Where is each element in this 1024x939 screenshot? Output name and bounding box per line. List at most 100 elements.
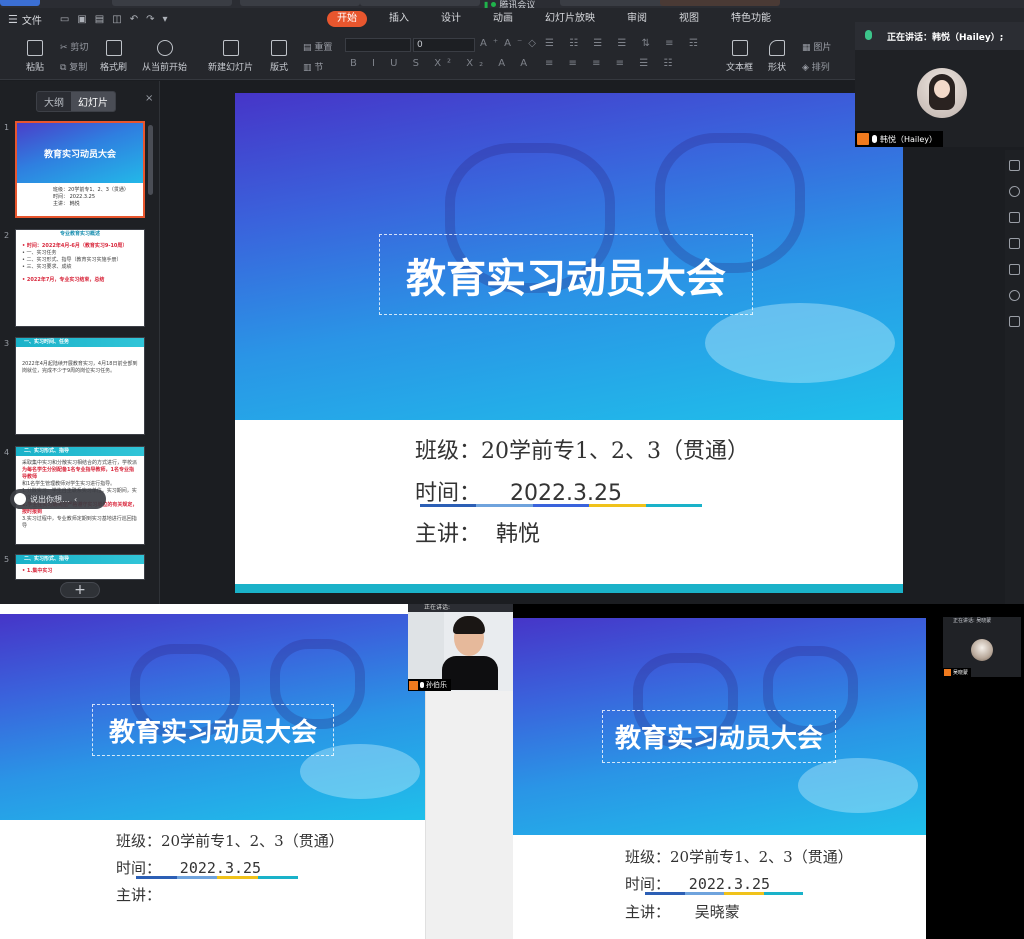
participant-name-tag: 孙伯乐 [408, 679, 451, 691]
font-size-field[interactable]: 0 [413, 38, 475, 52]
slide-thumbnail-1[interactable]: 教育实习动员大会 班级：20学前专1、2、3（贯通） 时间： 2022.3.25… [15, 121, 145, 218]
close-icon[interactable]: × [145, 93, 153, 104]
tab-special[interactable]: 特色功能 [721, 11, 781, 27]
tab-view[interactable]: 视图 [669, 11, 709, 27]
open-icon[interactable]: ▭ [60, 14, 69, 25]
thumbnail-scrollbar[interactable] [148, 125, 153, 195]
text-format-buttons[interactable]: B I U S X² X₂ A A [350, 58, 533, 69]
textbox-button[interactable]: 文本框 [726, 40, 753, 73]
window-tab[interactable] [112, 0, 232, 6]
speaker-line: 主讲： 韩悦 [415, 522, 541, 547]
file-menu[interactable]: 文件 [22, 12, 42, 27]
shared-slide-right: 教育实习动员大会 班级：20学前专1、2、3（贯通） 时间： 2022.3.25… [513, 618, 926, 939]
play-icon [156, 40, 173, 56]
animation-icon[interactable] [1009, 186, 1020, 197]
participant-video-tile[interactable]: 正在讲话: 孙伯乐 [408, 604, 513, 691]
shared-slide-left: 教育实习动员大会 班级：20学前专1、2、3（贯通） 时间： 2022.3.25… [0, 614, 425, 939]
slide-thumbnail-5[interactable]: 二、实习形式、指导 • 1.集中实习 [15, 554, 145, 580]
mouse-shape [798, 758, 918, 813]
add-slide-button[interactable]: + [60, 582, 100, 598]
participant-person [442, 614, 498, 690]
chevron-left-icon: ‹ [74, 494, 78, 504]
time-line: 时间： 2022.3.25 [116, 859, 262, 877]
save-icon[interactable]: ▣ [77, 14, 86, 25]
copy-icon[interactable] [1009, 212, 1020, 223]
tab-outline[interactable]: 大纲 [37, 92, 71, 111]
tab-review[interactable]: 审阅 [617, 11, 657, 27]
slide-thumbnail-2[interactable]: 专业教育实习概述 • 时间：2022年4月-6月（教育实习9-10周） • 一、… [15, 229, 145, 327]
paste-button[interactable]: 粘贴 [26, 40, 44, 73]
title-textbox: 教育实习动员大会 [602, 710, 836, 763]
class-line: 班级：20学前专1、2、3（贯通） [116, 832, 344, 850]
tab-slideshow[interactable]: 幻灯片放映 [535, 11, 605, 27]
main-slide-canvas[interactable]: 教育实习动员大会 班级：20学前专1、2、3（贯通） 时间： 2022.3.25… [235, 93, 903, 593]
font-size-buttons[interactable]: A⁺A⁻◇ [480, 38, 542, 49]
new-slide-icon [222, 40, 239, 56]
video-header: 正在讲话: [408, 604, 513, 612]
slide-footer-bar [235, 584, 903, 593]
assistant-float-pill[interactable]: 说出你想… ‹ [10, 489, 106, 509]
mic-icon [872, 135, 877, 143]
time-line: 时间： 2022.3.25 [625, 875, 771, 893]
slide-number: 1 [4, 123, 10, 132]
new-slide-button[interactable]: 新建幻灯片 [208, 40, 253, 73]
paste-icon [27, 40, 43, 56]
image-icon[interactable] [1009, 316, 1020, 327]
thumb-header: 教育实习动员大会 [17, 123, 143, 183]
slide-number: 2 [4, 231, 10, 240]
cut-button[interactable]: ✂ 剪切 [60, 40, 88, 53]
thumb-text: • 1.集中实习 [22, 568, 53, 574]
font-name-field[interactable] [345, 38, 411, 52]
shape-button[interactable]: 形状 [768, 40, 786, 73]
slide-thumbnail-3[interactable]: 一、实习时间、任务 2022年4月起陆续开展教育实习，4月18日前全部到 岗就位… [15, 337, 145, 435]
tab-design[interactable]: 设计 [431, 11, 471, 27]
title-bar: ▮ 腾讯会议 [0, 0, 1024, 11]
preview-icon[interactable]: ◫ [112, 14, 121, 25]
picture-button[interactable]: ▦ 图片 [802, 40, 831, 53]
settings-icon[interactable] [1009, 264, 1020, 275]
thumb-text: • 时间：2022年4月-6月（教育实习9-10周） • 一、实习任务 • 二、… [22, 243, 128, 283]
title-textbox[interactable]: 教育实习动员大会 [379, 234, 753, 315]
copy-button[interactable]: ⧉ 复制 [60, 60, 87, 73]
undo-icon[interactable]: ↶ [130, 14, 138, 25]
participant-video-tile-small[interactable]: 正在讲话: 吴晓蒙 吴晓蒙 [943, 617, 1021, 677]
tab-start[interactable]: 开始 [327, 11, 367, 27]
active-speaker-panel: 正在讲话：韩悦（Hailey）; 韩悦（Hailey） [855, 22, 1024, 147]
speaker-video-tile[interactable]: 韩悦（Hailey） [855, 50, 1024, 147]
property-icon[interactable] [1009, 160, 1020, 171]
user-icon [944, 669, 951, 676]
tab-insert[interactable]: 插入 [379, 11, 419, 27]
more-icon[interactable]: ▾ [162, 14, 167, 25]
right-tool-sidebar [1005, 150, 1024, 604]
user-icon [857, 133, 869, 145]
star-icon[interactable] [1009, 238, 1020, 249]
window-tab[interactable] [240, 0, 360, 6]
thumb-text: 班级：20学前专1、2、3（贯通） 时间： 2022.3.25 主讲： 韩悦 [53, 187, 129, 207]
tab-animation[interactable]: 动画 [483, 11, 523, 27]
layout-button[interactable]: 版式 [270, 40, 288, 73]
class-line: 班级：20学前专1、2、3（贯通） [625, 848, 853, 866]
user-icon [409, 680, 418, 690]
menu-icon[interactable]: ☰ [8, 13, 18, 26]
section-button[interactable]: ▥ 节 [303, 60, 323, 73]
window-tab[interactable] [660, 0, 780, 6]
format-painter-button[interactable]: 格式刷 [100, 40, 127, 73]
alignment-buttons[interactable]: ≡ ≡ ≡ ≡ ☰ ☷ [545, 58, 678, 69]
reset-button[interactable]: ▤ 重置 [303, 40, 332, 53]
window-tab[interactable] [0, 0, 40, 6]
redo-icon[interactable]: ↷ [146, 14, 154, 25]
print-icon[interactable]: ▤ [95, 14, 104, 25]
window-tab[interactable] [360, 0, 480, 6]
arrange-button[interactable]: ◈ 排列 [802, 60, 830, 73]
paragraph-buttons[interactable]: ☰ ☷ ☰ ☰ ⇅ ≡ ☶ [545, 38, 704, 49]
history-icon[interactable] [1009, 290, 1020, 301]
quick-access-toolbar: ▭ ▣ ▤ ◫ ↶ ↷ ▾ [60, 14, 168, 25]
brush-icon [105, 40, 122, 56]
time-underline [420, 504, 703, 507]
play-from-current-button[interactable]: 从当前开始 [142, 40, 187, 73]
textbox-icon [731, 40, 748, 56]
tab-slides[interactable]: 幻灯片 [71, 92, 115, 111]
view-toggle: 大纲 幻灯片 [36, 91, 116, 112]
time-line: 时间： 2022.3.25 [415, 481, 622, 506]
time-underline [645, 892, 803, 895]
